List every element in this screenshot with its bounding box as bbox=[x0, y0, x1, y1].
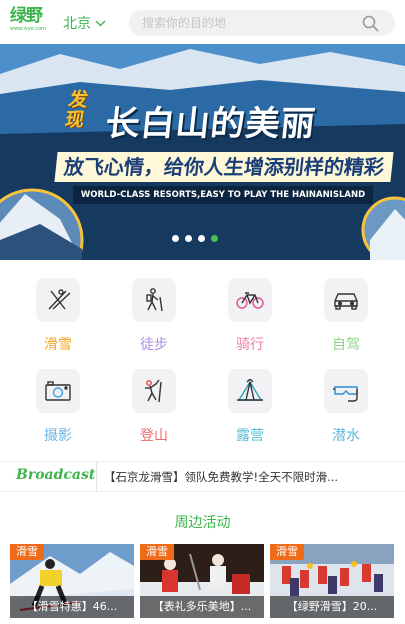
carousel-dots bbox=[172, 235, 218, 242]
banner-english-caption: WORLD-CLASS RESORTS,EASY TO PLAY THE HAI… bbox=[73, 186, 373, 204]
category-cycling[interactable]: 骑行 bbox=[215, 270, 285, 353]
logo-text: 绿野 bbox=[10, 6, 43, 26]
activity-tag: 滑雪 bbox=[10, 544, 44, 560]
category-label: 骑行 bbox=[236, 337, 264, 353]
header: 绿野 www.lvye.com 北京 bbox=[0, 0, 405, 44]
category-hiking[interactable]: 徒步 bbox=[119, 270, 189, 353]
banner-subtitle: 放飞心情，给你人生增添别样的精彩 bbox=[54, 152, 394, 182]
activity-caption: 【绿野滑雪】20... bbox=[270, 596, 394, 618]
activity-caption: 【滑雪特惠】46... bbox=[10, 596, 134, 618]
climbing-icon bbox=[132, 369, 176, 413]
category-diving[interactable]: 潜水 bbox=[311, 361, 381, 444]
category-label: 摄影 bbox=[44, 428, 72, 444]
category-photography[interactable]: 摄影 bbox=[23, 361, 93, 444]
search-icon[interactable] bbox=[362, 15, 379, 32]
broadcast-bar: Broadcast 【石京龙滑雪】领队免费教学!全天不限时滑... bbox=[0, 461, 405, 492]
category-grid: 滑雪 徒步 骑行 自驾 摄影 登山 露营 潜水 bbox=[0, 270, 405, 450]
carousel-dot[interactable] bbox=[198, 235, 205, 242]
promo-banner[interactable]: 发现 长白山的美丽 放飞心情，给你人生增添别样的精彩 WORLD-CLASS R… bbox=[0, 44, 405, 260]
category-label: 露营 bbox=[236, 428, 264, 444]
activity-caption: 【表礼多乐美地】... bbox=[140, 596, 264, 618]
category-driving[interactable]: 自驾 bbox=[311, 270, 381, 353]
category-ski[interactable]: 滑雪 bbox=[23, 270, 93, 353]
camera-icon bbox=[36, 369, 80, 413]
tent-icon bbox=[228, 369, 272, 413]
activity-tag: 滑雪 bbox=[140, 544, 174, 560]
carousel-dot[interactable] bbox=[185, 235, 192, 242]
bicycle-icon bbox=[228, 278, 272, 322]
category-label: 滑雪 bbox=[44, 337, 72, 353]
hiking-icon bbox=[132, 278, 176, 322]
section-title: 周边活动 bbox=[174, 515, 231, 531]
category-label: 登山 bbox=[140, 428, 168, 444]
category-climbing[interactable]: 登山 bbox=[119, 361, 189, 444]
ski-icon bbox=[36, 278, 80, 322]
broadcast-logo: Broadcast bbox=[16, 467, 96, 483]
search-input[interactable] bbox=[142, 10, 357, 36]
car-icon bbox=[324, 278, 368, 322]
activity-card[interactable]: 滑雪 【表礼多乐美地】... bbox=[140, 544, 264, 618]
diving-mask-icon bbox=[324, 369, 368, 413]
activity-card[interactable]: 滑雪 【绿野滑雪】20... bbox=[270, 544, 394, 618]
activity-card[interactable]: 滑雪 【滑雪特惠】46... bbox=[10, 544, 134, 618]
divider bbox=[96, 462, 97, 491]
category-label: 潜水 bbox=[332, 428, 360, 444]
logo[interactable]: 绿野 www.lvye.com bbox=[10, 6, 50, 38]
category-label: 徒步 bbox=[140, 337, 168, 353]
city-selector[interactable]: 北京 bbox=[63, 13, 106, 33]
chevron-down-icon bbox=[95, 20, 106, 26]
broadcast-text[interactable]: 【石京龙滑雪】领队免费教学!全天不限时滑... bbox=[104, 469, 342, 485]
carousel-dot[interactable] bbox=[172, 235, 179, 242]
banner-title: 长白山的美丽 bbox=[103, 104, 318, 144]
carousel-dot-active[interactable] bbox=[211, 235, 218, 242]
city-label: 北京 bbox=[63, 16, 91, 32]
logo-url: www.lvye.com bbox=[10, 26, 47, 32]
search-bar[interactable] bbox=[129, 10, 395, 36]
activity-tag: 滑雪 bbox=[270, 544, 304, 560]
category-label: 自驾 bbox=[332, 337, 360, 353]
category-camping[interactable]: 露营 bbox=[215, 361, 285, 444]
